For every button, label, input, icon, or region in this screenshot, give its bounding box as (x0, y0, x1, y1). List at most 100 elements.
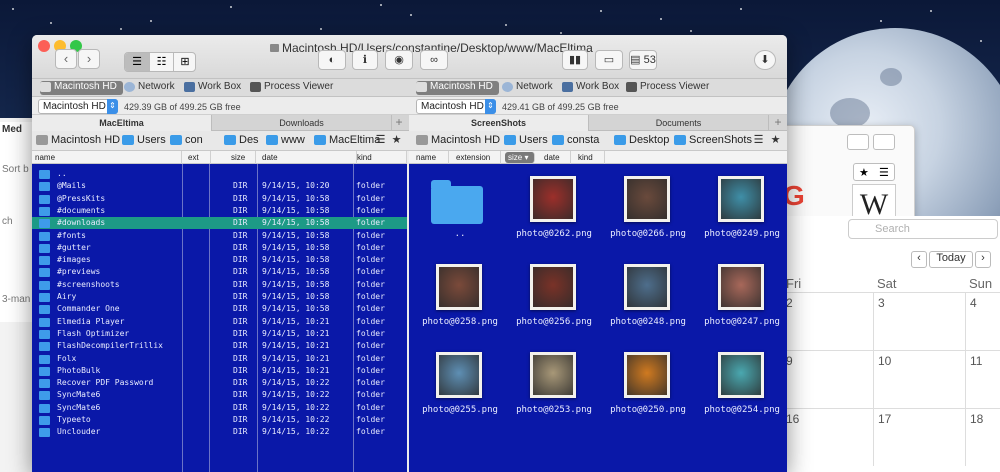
table-row[interactable]: #gutter DIR 9/14/15, 10:58 folder (32, 242, 407, 254)
calendar-day[interactable]: 9 (781, 350, 873, 408)
grid-item[interactable]: .. (413, 176, 507, 266)
calendar-prev-button[interactable]: ‹ (911, 251, 927, 268)
breadcrumb-item[interactable]: Des (224, 134, 259, 146)
tab-network-right[interactable]: Network (502, 81, 553, 95)
table-row[interactable]: PhotoBulk DIR 9/14/15, 10:21 folder (32, 365, 407, 377)
breadcrumb-item[interactable]: con (170, 134, 203, 146)
table-row[interactable]: Flash Optimizer DIR 9/14/15, 10:21 folder (32, 328, 407, 340)
breadcrumb-item[interactable]: Macintosh HD (36, 134, 120, 146)
calendar-next-button[interactable]: › (975, 251, 991, 268)
tab-process-viewer[interactable]: Process Viewer (250, 81, 333, 95)
breadcrumb-item[interactable]: www (266, 134, 305, 146)
right-icon-grid[interactable]: .. photo@0262.png photo@0266.png photo@0249… (409, 164, 787, 472)
breadcrumb-item[interactable]: consta (552, 134, 599, 146)
calendar-search-input[interactable]: Search (848, 219, 998, 239)
table-row[interactable]: Typeeto DIR 9/14/15, 10:22 folder (32, 414, 407, 426)
info-button[interactable]: ℹ (352, 50, 378, 70)
breadcrumb-item[interactable]: Users (504, 134, 548, 146)
left-file-list[interactable]: .. @Mails DIR 9/14/15, 10:20 folder @PressKit… (32, 164, 407, 472)
tab-macintosh-hd[interactable]: Macintosh HD (40, 81, 123, 95)
grid-item[interactable]: photo@0258.png (413, 264, 507, 354)
table-row[interactable]: #screenshoots DIR 9/14/15, 10:58 folder (32, 279, 407, 291)
terminal-button[interactable]: ▭ (595, 50, 623, 70)
bookmark-star-icon[interactable]: ★ (390, 134, 403, 147)
table-row[interactable]: SyncMate6 DIR 9/14/15, 10:22 folder (32, 402, 407, 414)
table-row[interactable]: Airy DIR 9/14/15, 10:58 folder (32, 291, 407, 303)
google-icon[interactable]: G (783, 180, 817, 211)
bookmarks-buttons[interactable]: ★ ☰ (853, 163, 895, 181)
columns-view-icon[interactable]: ☷ (149, 53, 173, 71)
table-row[interactable]: Recover PDF Password DIR 9/14/15, 10:22 fol… (32, 377, 407, 389)
disks-button[interactable]: ▤ 53 (629, 50, 657, 70)
tab-network[interactable]: Network (124, 81, 175, 95)
grid-item[interactable]: photo@0266.png (601, 176, 695, 266)
calendar-day[interactable]: 16 (781, 408, 873, 466)
table-row[interactable]: #images DIR 9/14/15, 10:58 folder (32, 254, 407, 266)
breadcrumb-item[interactable]: MacEltima (314, 134, 380, 146)
table-row[interactable]: #downloads DIR 9/14/15, 10:58 folder (32, 217, 407, 230)
calendar-day[interactable]: 2 (781, 292, 873, 350)
calendar-day[interactable]: 11 (965, 350, 1000, 408)
calendar-day[interactable]: 4 (965, 292, 1000, 350)
search-button[interactable]: ∞ (420, 50, 448, 70)
column-header-kind[interactable]: kind (354, 151, 407, 164)
column-header-kind[interactable]: kind (575, 151, 605, 164)
table-row[interactable]: #previews DIR 9/14/15, 10:58 folder (32, 266, 407, 278)
panel-tab-downloads[interactable]: Downloads (212, 115, 392, 131)
preview-button[interactable]: ◉ (385, 50, 413, 70)
sidebar-toggle-button[interactable] (847, 134, 869, 150)
archive-button[interactable]: ▮▮ (562, 50, 588, 70)
grid-item[interactable]: photo@0250.png (601, 352, 695, 442)
column-header-size[interactable]: size (228, 151, 256, 164)
tab-work-box-right[interactable]: Work Box (562, 81, 619, 95)
table-row[interactable]: @Mails DIR 9/14/15, 10:20 folder (32, 180, 407, 192)
table-row[interactable]: #documents DIR 9/14/15, 10:58 folder (32, 205, 407, 217)
grid-item[interactable]: photo@0256.png (507, 264, 601, 354)
table-row[interactable]: @PressKits DIR 9/14/15, 10:58 folder (32, 193, 407, 205)
calendar-day[interactable]: 10 (873, 350, 965, 408)
table-row[interactable]: Folx DIR 9/14/15, 10:21 folder (32, 353, 407, 365)
add-tab-button-right[interactable]: + (771, 116, 785, 130)
bookmark-star-icon[interactable]: ★ (769, 134, 782, 147)
column-header-date[interactable]: date (541, 151, 571, 164)
view-mode-selector[interactable]: ☰ ☷ ⊞ (124, 52, 196, 72)
column-header-size[interactable]: size ▾ (505, 152, 535, 163)
grid-item[interactable]: photo@0255.png (413, 352, 507, 442)
list-toggle-icon[interactable]: ☰ (374, 134, 387, 147)
download-button[interactable]: ⬇ (754, 50, 776, 70)
tab-work-box[interactable]: Work Box (184, 81, 241, 95)
calendar-day[interactable]: 17 (873, 408, 965, 466)
breadcrumb-item[interactable]: Users (122, 134, 166, 146)
table-row[interactable]: Unclouder DIR 9/14/15, 10:22 folder (32, 426, 407, 438)
list-toggle-icon[interactable]: ☰ (752, 134, 765, 147)
forward-button[interactable]: › (78, 49, 100, 69)
calendar-day[interactable]: 18 (965, 408, 1000, 466)
table-row[interactable]: .. (32, 168, 407, 180)
grid-item[interactable]: photo@0247.png (695, 264, 787, 354)
panel-tab-screenshots[interactable]: ScreenShots (409, 115, 589, 131)
panel-tab-maceltima[interactable]: MacEltima (32, 115, 212, 131)
table-row[interactable]: SyncMate6 DIR 9/14/15, 10:22 folder (32, 389, 407, 401)
column-header-ext[interactable]: ext (185, 151, 211, 164)
back-button[interactable]: ‹ (55, 49, 77, 69)
calendar-day[interactable]: 3 (873, 292, 965, 350)
breadcrumb-item[interactable]: Desktop (614, 134, 669, 146)
tabs-overview-button[interactable] (873, 134, 895, 150)
column-header-name[interactable]: name (32, 151, 182, 164)
tab-process-viewer-right[interactable]: Process Viewer (626, 81, 709, 95)
column-header-name[interactable]: name (413, 151, 449, 164)
grid-item[interactable]: photo@0254.png (695, 352, 787, 442)
table-row[interactable]: Commander One DIR 9/14/15, 10:58 folder (32, 303, 407, 315)
device-select-right[interactable]: Macintosh HD ⇕ (416, 99, 496, 114)
panel-tab-documents[interactable]: Documents (589, 115, 769, 131)
calendar-today-button[interactable]: Today (929, 251, 973, 268)
icons-view-icon[interactable]: ⊞ (173, 53, 196, 71)
table-row[interactable]: Elmedia Player DIR 9/14/15, 10:21 folder (32, 316, 407, 328)
column-header-extension[interactable]: extension (453, 151, 501, 164)
device-select-left[interactable]: Macintosh HD ⇕ (38, 99, 118, 114)
tab-macintosh-hd-right[interactable]: Macintosh HD (416, 81, 499, 95)
grid-item[interactable]: photo@0253.png (507, 352, 601, 442)
breadcrumb-item[interactable]: Macintosh HD (416, 134, 500, 146)
list-view-icon[interactable]: ☰ (125, 53, 149, 71)
close-button[interactable] (38, 40, 50, 52)
